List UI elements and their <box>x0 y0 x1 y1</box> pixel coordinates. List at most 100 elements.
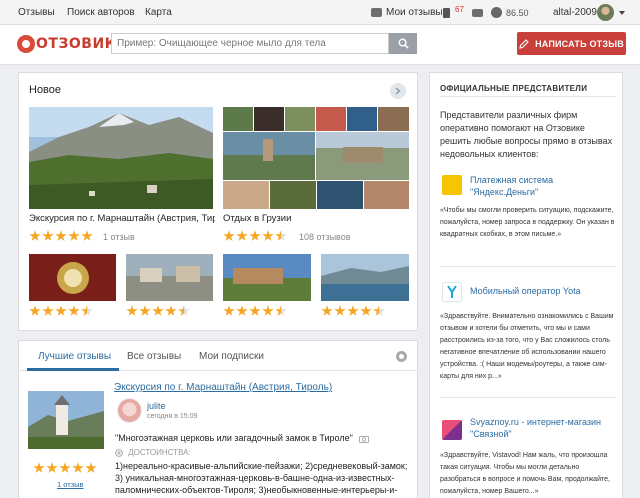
reps-intro: Представители различных фирм оперативно … <box>440 110 613 159</box>
new-section: Новое Экскурсия по г. Марнаштайн (Австри… <box>18 72 418 331</box>
logo-text: ОТЗОВИК <box>36 36 117 52</box>
yota-logo[interactable] <box>442 282 462 302</box>
rep-name-line: "Связной" <box>470 429 512 439</box>
star-icon <box>33 462 45 473</box>
review-headline-text: "Многоэтажная церковь или загадочный зам… <box>115 433 353 443</box>
active-tab-indicator <box>27 368 119 371</box>
card-rating <box>223 230 287 242</box>
star-icon <box>29 230 41 241</box>
nav-authors-link[interactable]: Поиск авторов <box>67 7 135 18</box>
star-icon <box>68 305 80 316</box>
gear-icon[interactable] <box>396 351 407 362</box>
pros-text: 1)нереально-красивые-альпийские-пейзажи;… <box>115 461 408 495</box>
nav-map-link[interactable]: Карта <box>145 7 172 18</box>
chevron-right-icon <box>395 87 401 95</box>
card-title[interactable]: Экскурсия по г. Марнаштайн (Австрия, Тир… <box>29 213 215 224</box>
thumb-photo-fortress[interactable] <box>223 254 311 301</box>
star-icon <box>236 230 248 241</box>
star-icon <box>72 462 84 473</box>
yandex-money-logo[interactable] <box>442 175 462 195</box>
search-button[interactable] <box>389 33 417 54</box>
star-half-icon <box>275 230 287 241</box>
rep-name-line: "Яндекс.Деньги" <box>470 187 539 197</box>
thumb-photo-food[interactable] <box>29 254 116 301</box>
card-rating <box>29 230 93 242</box>
top-nav: Отзывы Поиск авторов Карта Мои отзывы 67… <box>0 0 640 25</box>
bell-icon <box>443 7 450 18</box>
star-icon <box>360 305 372 316</box>
site-header: ОТЗОВИК НАПИСАТЬ ОТЗЫВ <box>0 25 640 65</box>
star-icon <box>42 305 54 316</box>
star-icon <box>68 230 80 241</box>
messages-button[interactable] <box>472 5 487 20</box>
username-link[interactable]: altal-2009 <box>553 5 597 20</box>
thumb-photo-lake[interactable] <box>321 254 409 301</box>
points-indicator[interactable]: 86.50 <box>491 5 529 20</box>
logo-icon <box>17 35 35 53</box>
rep-name[interactable]: Svyaznoy.ru - интернет-магазин "Связной" <box>470 416 601 440</box>
notifications-button[interactable]: 67 <box>443 5 464 20</box>
rep-name[interactable]: Платежная система "Яндекс.Деньги" <box>470 174 553 198</box>
star-half-icon <box>275 305 287 316</box>
review-title[interactable]: Экскурсия по г. Марнаштайн (Австрия, Тир… <box>114 382 332 393</box>
star-icon <box>29 305 41 316</box>
star-icon <box>347 305 359 316</box>
rep-name-line: Мобильный оператор Yota <box>470 286 581 296</box>
points-value: 86.50 <box>506 7 529 18</box>
thumb-rating <box>321 305 385 317</box>
review-headline[interactable]: "Многоэтажная церковь или загадочный зам… <box>115 433 370 443</box>
write-review-button[interactable]: НАПИСАТЬ ОТЗЫВ <box>517 32 626 55</box>
star-icon <box>223 230 235 241</box>
reps-heading: ОФИЦИАЛЬНЫЕ ПРЕДСТАВИТЕЛИ <box>440 84 588 93</box>
divider <box>440 266 616 267</box>
coin-icon <box>491 7 502 18</box>
review-tabs: Лучшие отзывы Все отзывы Мои подписки <box>19 341 417 371</box>
card-photo-mountains[interactable] <box>29 107 213 209</box>
review-count-link[interactable]: 1 отзыв <box>57 480 84 489</box>
star-icon <box>46 462 58 473</box>
card-photo-georgia-collage[interactable] <box>223 107 409 209</box>
star-icon <box>139 305 151 316</box>
envelope-icon <box>472 8 483 17</box>
my-reviews-link[interactable]: Мои отзывы <box>371 5 443 20</box>
rep-name-line: Svyaznoy.ru - интернет-магазин <box>470 417 601 427</box>
tab-all-reviews[interactable]: Все отзывы <box>127 351 181 362</box>
divider <box>440 96 616 97</box>
search-icon <box>398 38 409 49</box>
site-logo[interactable]: ОТЗОВИК <box>17 33 117 55</box>
rep-quote: «Здравствуйте. Внимательно ознакомились … <box>440 313 614 380</box>
star-icon <box>126 305 138 316</box>
card-review-count[interactable]: 1 отзыв <box>103 232 135 242</box>
review-photo[interactable] <box>28 391 104 449</box>
author-name[interactable]: julite <box>147 401 166 411</box>
thumb-photo-village[interactable] <box>126 254 213 301</box>
rep-name[interactable]: Мобильный оператор Yota <box>470 285 581 297</box>
star-icon <box>321 305 333 316</box>
star-icon <box>59 462 71 473</box>
star-icon <box>249 230 261 241</box>
nav-reviews-link[interactable]: Отзывы <box>18 7 55 18</box>
star-half-icon <box>178 305 190 316</box>
svyaznoy-logo[interactable] <box>442 420 462 440</box>
next-button[interactable] <box>390 83 406 99</box>
comment-icon <box>371 8 382 17</box>
divider <box>440 397 616 398</box>
star-icon <box>81 230 93 241</box>
user-avatar[interactable] <box>597 4 614 21</box>
tab-best-reviews[interactable]: Лучшие отзывы <box>38 351 111 362</box>
chevron-down-icon[interactable] <box>619 11 625 15</box>
star-half-icon <box>81 305 93 316</box>
star-icon <box>262 230 274 241</box>
tab-my-subscriptions[interactable]: Мои подписки <box>199 351 264 362</box>
thumb-rating <box>126 305 190 317</box>
official-reps-section: ОФИЦИАЛЬНЫЕ ПРЕДСТАВИТЕЛИ Представители … <box>429 72 623 498</box>
write-review-label: НАПИСАТЬ ОТЗЫВ <box>535 38 624 49</box>
pencil-icon <box>519 38 529 49</box>
plus-circle-icon <box>115 448 123 457</box>
card-title[interactable]: Отдых в Грузии <box>223 213 409 224</box>
star-icon <box>85 462 97 473</box>
search-input[interactable] <box>111 33 389 54</box>
author-avatar[interactable] <box>117 398 142 423</box>
card-review-count[interactable]: 108 отзывов <box>299 232 351 242</box>
star-icon <box>152 305 164 316</box>
